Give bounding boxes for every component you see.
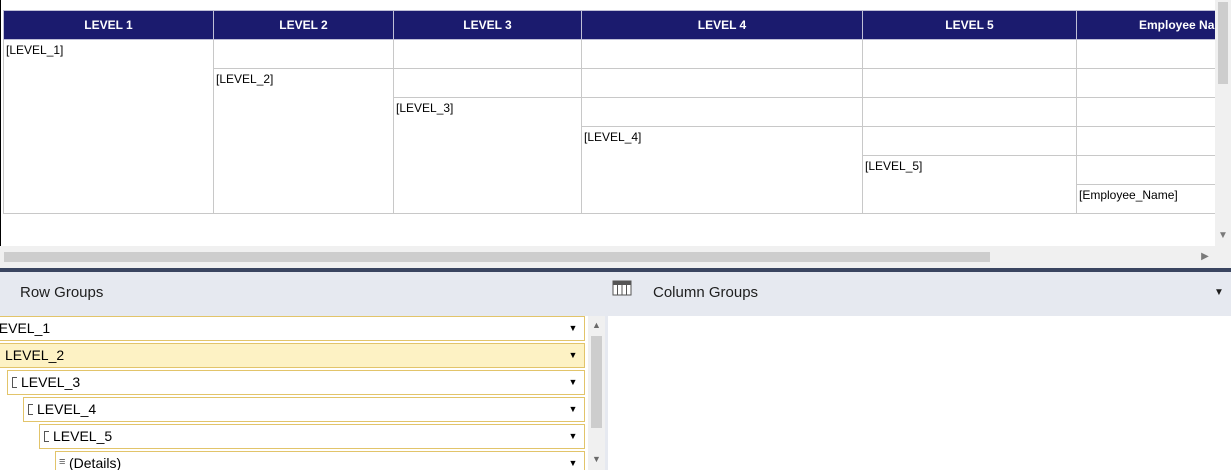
- design-surface[interactable]: LEVEL 1 LEVEL 2 LEVEL 3 LEVEL 4 LEVEL 5 …: [0, 0, 1231, 268]
- cell-level-3-text: [LEVEL_3]: [396, 101, 454, 115]
- vertical-scroll-thumb[interactable]: [1218, 2, 1228, 84]
- cell-empty[interactable]: [862, 39, 1077, 69]
- row-group-label: LEVEL_4: [37, 401, 97, 417]
- cell-empty[interactable]: [393, 39, 582, 69]
- row-group-level-4[interactable]: LEVEL_4 ▼: [23, 397, 585, 422]
- column-groups-list: [608, 316, 1231, 470]
- row-group-label: (Details): [69, 455, 122, 470]
- row-group-details[interactable]: ≡ (Details) ▼: [55, 451, 585, 470]
- scrollbar-corner: [1215, 246, 1231, 268]
- cell-empty[interactable]: [581, 97, 863, 127]
- cell-employee-name[interactable]: [Employee_Name]: [1076, 184, 1215, 214]
- bracket-icon: [28, 404, 33, 415]
- horizontal-scroll-thumb[interactable]: [4, 252, 990, 262]
- chevron-down-icon[interactable]: ▼: [562, 344, 584, 367]
- cell-empty[interactable]: [581, 68, 863, 98]
- column-groups-title: Column Groups: [653, 284, 759, 301]
- table-grid-icon: [612, 279, 632, 297]
- cell-empty[interactable]: [1076, 68, 1215, 98]
- row-group-level-5[interactable]: LEVEL_5 ▼: [39, 424, 585, 449]
- row-group-level-2[interactable]: LEVEL_2 ▼: [0, 343, 585, 368]
- cell-empty[interactable]: [862, 97, 1077, 127]
- chevron-down-icon[interactable]: ▼: [562, 398, 584, 421]
- cell-level-5[interactable]: [LEVEL_5]: [862, 155, 1077, 214]
- cell-empty[interactable]: [1076, 155, 1215, 185]
- cell-empty[interactable]: [1076, 97, 1215, 127]
- cell-empty[interactable]: [862, 126, 1077, 156]
- scroll-down-arrow-icon[interactable]: ▼: [588, 452, 605, 466]
- cell-empty[interactable]: [862, 68, 1077, 98]
- scroll-down-arrow-icon[interactable]: ▼: [1215, 228, 1231, 244]
- cell-level-1[interactable]: [LEVEL_1]: [3, 39, 214, 214]
- chevron-down-icon[interactable]: ▼: [562, 452, 584, 470]
- row-group-label: LEVEL_1: [0, 320, 51, 336]
- cell-level-1-text: [LEVEL_1]: [6, 43, 64, 57]
- cell-level-4[interactable]: [LEVEL_4]: [581, 126, 863, 214]
- cell-level-4-text: [LEVEL_4]: [584, 130, 642, 144]
- cell-level-5-text: [LEVEL_5]: [865, 159, 923, 173]
- chevron-down-icon[interactable]: ▼: [562, 317, 584, 340]
- row-groups-list: LEVEL_1 ▼ LEVEL_2 ▼ LEVEL_3 ▼ LEVEL_4 ▼ …: [0, 316, 588, 470]
- chevron-down-icon[interactable]: ▼: [562, 371, 584, 394]
- row-group-level-3[interactable]: LEVEL_3 ▼: [7, 370, 585, 395]
- header-employee-name[interactable]: Employee Name: [1076, 10, 1215, 40]
- header-level-5[interactable]: LEVEL 5: [862, 10, 1077, 40]
- header-level-2[interactable]: LEVEL 2: [213, 10, 394, 40]
- header-level-1[interactable]: LEVEL 1: [3, 10, 214, 40]
- scroll-right-arrow-icon[interactable]: ▶: [1197, 249, 1213, 265]
- bracket-icon: [44, 431, 49, 442]
- row-group-level-1[interactable]: LEVEL_1 ▼: [0, 316, 585, 341]
- row-group-label: LEVEL_2: [5, 347, 65, 363]
- row-groups-title: Row Groups: [20, 284, 104, 301]
- tablix-viewport: LEVEL 1 LEVEL 2 LEVEL 3 LEVEL 4 LEVEL 5 …: [0, 0, 1215, 246]
- cell-empty[interactable]: [1076, 39, 1215, 69]
- details-lines-icon: ≡: [59, 456, 66, 468]
- chevron-down-icon[interactable]: ▼: [1212, 288, 1226, 298]
- row-groups-scroll-thumb[interactable]: [591, 336, 602, 428]
- bracket-icon: [12, 377, 17, 388]
- header-row: LEVEL 1 LEVEL 2 LEVEL 3 LEVEL 4 LEVEL 5 …: [3, 10, 1215, 40]
- cell-empty[interactable]: [581, 39, 863, 69]
- table-row: [LEVEL_1]: [3, 39, 1215, 214]
- header-level-3[interactable]: LEVEL 3: [393, 10, 582, 40]
- header-level-4[interactable]: LEVEL 4: [581, 10, 863, 40]
- scroll-up-arrow-icon[interactable]: ▲: [588, 318, 605, 332]
- cell-level-3[interactable]: [LEVEL_3]: [393, 97, 582, 214]
- tablix[interactable]: LEVEL 1 LEVEL 2 LEVEL 3 LEVEL 4 LEVEL 5 …: [3, 10, 1215, 214]
- cell-empty[interactable]: [213, 39, 394, 69]
- cell-employee-name-text: [Employee_Name]: [1079, 188, 1178, 202]
- chevron-down-icon[interactable]: ▼: [562, 425, 584, 448]
- cell-level-2-text: [LEVEL_2]: [216, 72, 274, 86]
- cell-empty[interactable]: [1076, 126, 1215, 156]
- cell-level-2[interactable]: [LEVEL_2]: [213, 68, 394, 214]
- row-group-label: LEVEL_3: [21, 374, 81, 390]
- cell-empty[interactable]: [393, 68, 582, 98]
- row-group-label: LEVEL_5: [53, 428, 113, 444]
